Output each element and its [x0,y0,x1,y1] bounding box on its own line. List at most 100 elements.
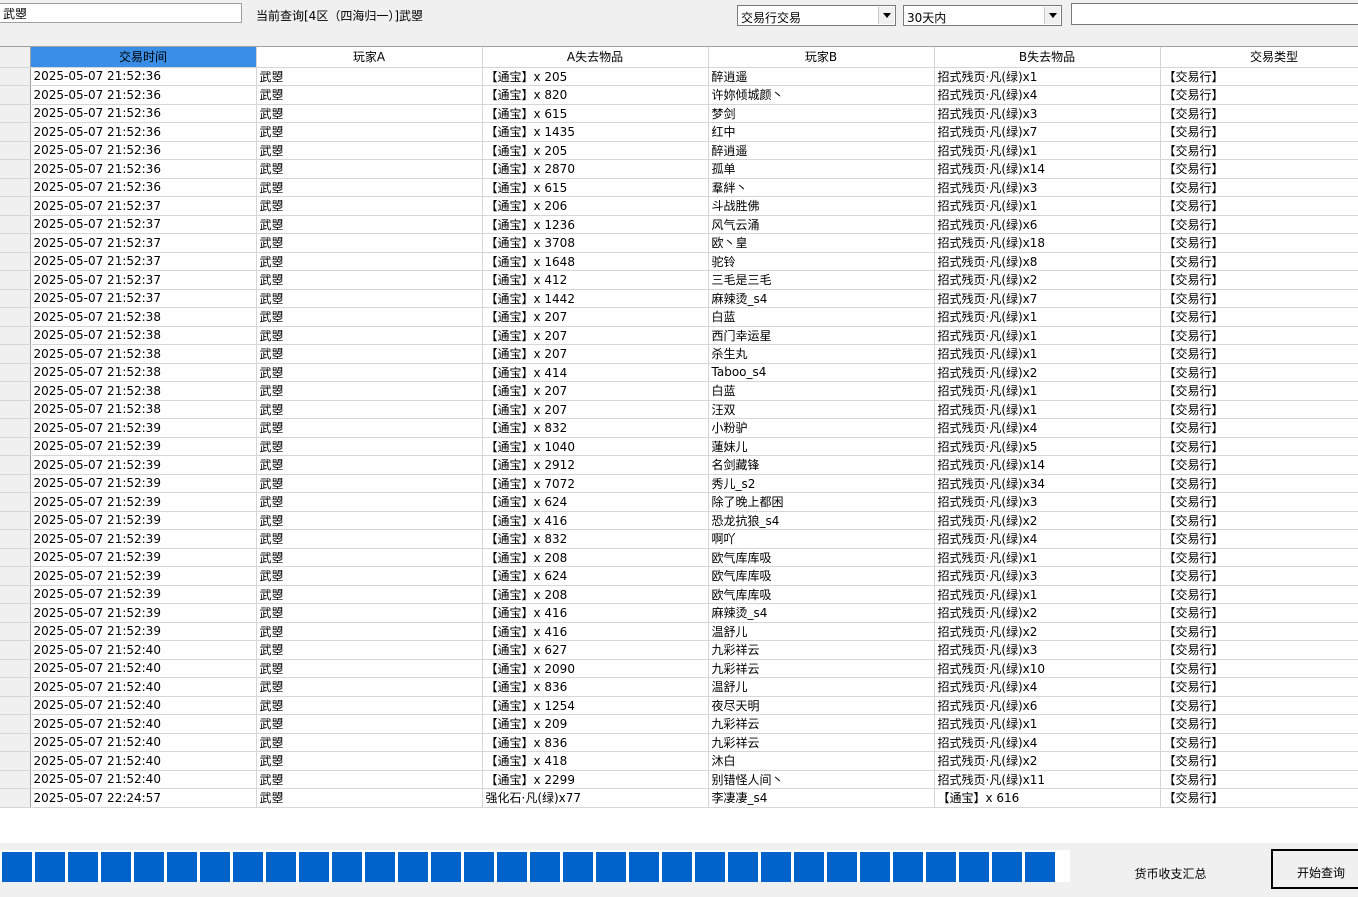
table-cell[interactable]: 2025-05-07 21:52:40 [30,696,257,715]
table-cell[interactable]: 【交易行】 [1160,67,1358,86]
table-cell[interactable]: 【通宝】x 615 [482,104,709,123]
table-cell[interactable]: 【通宝】x 820 [482,85,709,105]
table-cell[interactable]: 2025-05-07 21:52:39 [30,585,257,604]
time-range-select[interactable]: 30天内 [903,5,1062,26]
table-cell[interactable]: 【交易行】 [1160,455,1358,475]
table-cell[interactable]: 【交易行】 [1160,474,1358,493]
table-cell[interactable]: 2025-05-07 21:52:39 [30,437,257,456]
table-cell[interactable]: 武曌 [256,659,483,678]
table-cell[interactable]: 武曌 [256,529,483,549]
table-cell[interactable]: 【交易行】 [1160,344,1358,364]
table-cell[interactable]: 【通宝】x 616 [934,788,1161,808]
table-cell[interactable]: 武曌 [256,788,483,808]
table-row[interactable]: 2025-05-07 21:52:40 武曌 【通宝】x 836 温舒儿 招式残页·凡(… [0,677,1358,697]
table-cell[interactable]: 武曌 [256,196,483,216]
table-cell[interactable]: 【通宝】x 416 [482,603,709,623]
table-cell[interactable]: 招式残页·凡(绿)x3 [934,492,1161,512]
table-cell[interactable]: 【交易行】 [1160,270,1358,290]
table-cell[interactable]: 招式残页·凡(绿)x2 [934,270,1161,290]
table-cell[interactable]: 2025-05-07 21:52:36 [30,159,257,179]
table-cell[interactable]: 招式残页·凡(绿)x1 [934,381,1161,401]
table-cell[interactable]: 【交易行】 [1160,770,1358,789]
table-cell[interactable]: 【交易行】 [1160,529,1358,549]
table-cell[interactable]: 欧丶皇 [708,233,935,253]
table-cell[interactable]: 【通宝】x 207 [482,400,709,419]
table-row[interactable]: 2025-05-07 21:52:39 武曌 【通宝】x 416 麻辣烫_s4 招式残页… [0,603,1358,623]
table-cell[interactable]: 名剑藏锋 [708,455,935,475]
table-cell[interactable]: 武曌 [256,751,483,771]
table-row[interactable]: 2025-05-07 21:52:39 武曌 【通宝】x 7072 秀儿_s2 招式残页… [0,474,1358,493]
table-cell[interactable]: 武曌 [256,770,483,789]
table-cell[interactable]: 【通宝】x 2299 [482,770,709,789]
table-cell[interactable]: 武曌 [256,511,483,530]
table-cell[interactable]: 2025-05-07 21:52:38 [30,363,257,382]
table-row[interactable]: 2025-05-07 21:52:38 武曌 【通宝】x 414 Taboo_s4 招式… [0,363,1358,382]
table-cell[interactable]: 梦剑 [708,104,935,123]
table-cell[interactable]: 招式残页·凡(绿)x3 [934,178,1161,197]
table-cell[interactable]: 欧气库库吸 [708,548,935,567]
table-cell[interactable]: 武曌 [256,603,483,623]
table-cell[interactable]: 武曌 [256,289,483,308]
column-header[interactable]: B失去物品 [934,47,1161,68]
row-header[interactable] [0,326,31,345]
table-cell[interactable]: 【通宝】x 205 [482,141,709,160]
row-header[interactable] [0,511,31,530]
table-cell[interactable]: 沐白 [708,751,935,771]
table-cell[interactable]: 【交易行】 [1160,215,1358,234]
table-cell[interactable]: 除了晚上都困 [708,492,935,512]
table-cell[interactable]: 2025-05-07 21:52:39 [30,474,257,493]
table-cell[interactable]: 2025-05-07 21:52:39 [30,529,257,549]
table-cell[interactable]: 【通宝】x 1236 [482,215,709,234]
table-cell[interactable]: 武曌 [256,585,483,604]
table-cell[interactable]: 【通宝】x 7072 [482,474,709,493]
table-cell[interactable]: 武曌 [256,270,483,290]
table-row[interactable]: 2025-05-07 21:52:39 武曌 【通宝】x 624 除了晚上都困 招式残页… [0,492,1358,512]
table-cell[interactable]: 许妳倾城颜丶 [708,85,935,105]
table-cell[interactable]: 【通宝】x 416 [482,622,709,641]
table-cell[interactable]: 【通宝】x 207 [482,326,709,345]
table-cell[interactable]: 【交易行】 [1160,437,1358,456]
table-cell[interactable]: 【交易行】 [1160,178,1358,197]
table-cell[interactable]: 【交易行】 [1160,326,1358,345]
table-cell[interactable]: 2025-05-07 21:52:40 [30,640,257,660]
column-header[interactable]: 玩家B [708,47,935,68]
table-cell[interactable]: 武曌 [256,233,483,253]
table-cell[interactable]: 【通宝】x 1648 [482,252,709,271]
table-cell[interactable]: 【交易行】 [1160,381,1358,401]
table-cell[interactable]: 【通宝】x 1435 [482,122,709,142]
table-cell[interactable]: 【通宝】x 208 [482,548,709,567]
table-cell[interactable]: 【通宝】x 207 [482,381,709,401]
row-header[interactable] [0,307,31,327]
table-cell[interactable]: 招式残页·凡(绿)x14 [934,159,1161,179]
table-cell[interactable]: 九彩祥云 [708,733,935,752]
table-cell[interactable]: 【交易行】 [1160,640,1358,660]
table-row[interactable]: 2025-05-07 21:52:36 武曌 【通宝】x 205 醉逍遥 招式残页·凡(… [0,67,1358,86]
table-cell[interactable]: 【交易行】 [1160,751,1358,771]
row-header[interactable] [0,178,31,197]
table-cell[interactable]: 李凄凄_s4 [708,788,935,808]
table-row[interactable]: 2025-05-07 21:52:40 武曌 【通宝】x 836 九彩祥云 招式残页·凡… [0,733,1358,752]
column-header[interactable]: 玩家A [256,47,483,68]
row-header[interactable] [0,215,31,234]
table-cell[interactable]: 武曌 [256,714,483,734]
table-cell[interactable]: 汪双 [708,400,935,419]
table-cell[interactable]: 斗战胜佛 [708,196,935,216]
table-cell[interactable]: 【通宝】x 832 [482,529,709,549]
table-cell[interactable]: 武曌 [256,474,483,493]
table-row[interactable]: 2025-05-07 21:52:36 武曌 【通宝】x 615 梦剑 招式残页·凡(绿… [0,104,1358,123]
column-header[interactable]: 交易类型 [1160,47,1358,68]
table-cell[interactable]: 夜尽天明 [708,696,935,715]
row-header[interactable] [0,400,31,419]
row-header[interactable] [0,67,31,86]
table-row[interactable]: 2025-05-07 21:52:40 武曌 【通宝】x 209 九彩祥云 招式残页·凡… [0,714,1358,734]
table-cell[interactable]: 【通宝】x 2912 [482,455,709,475]
table-cell[interactable]: 武曌 [256,344,483,364]
table-cell[interactable]: 招式残页·凡(绿)x2 [934,622,1161,641]
table-cell[interactable]: 蓮妹儿 [708,437,935,456]
table-cell[interactable]: 白蓝 [708,307,935,327]
table-cell[interactable]: 【通宝】x 416 [482,511,709,530]
row-header[interactable] [0,696,31,715]
table-cell[interactable]: 招式残页·凡(绿)x6 [934,696,1161,715]
table-cell[interactable]: 【交易行】 [1160,159,1358,179]
table-cell[interactable]: 招式残页·凡(绿)x2 [934,363,1161,382]
